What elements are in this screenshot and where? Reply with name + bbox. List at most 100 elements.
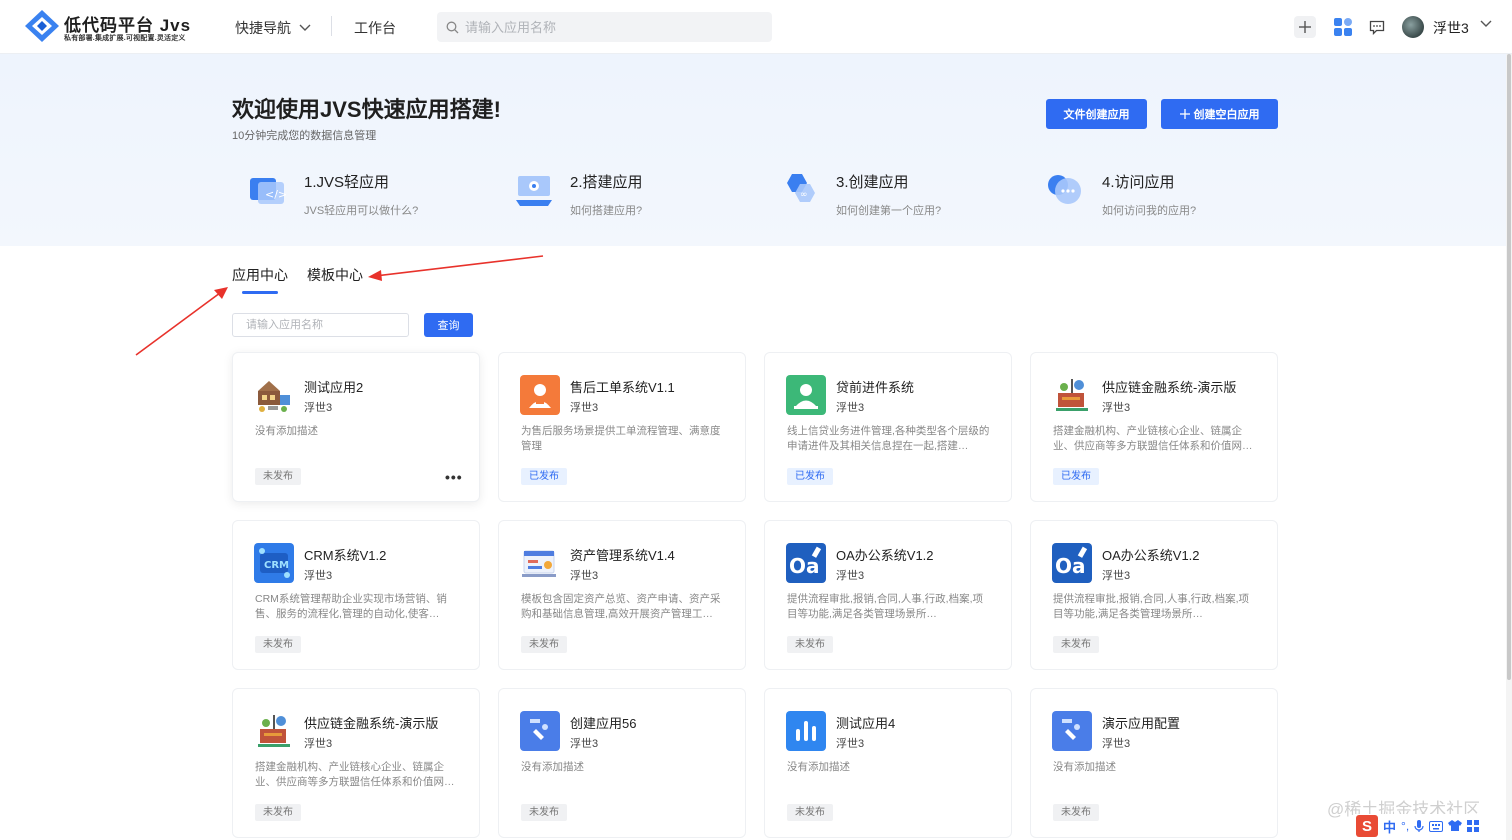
card-title: 贷前进件系统 (836, 380, 915, 395)
bar-chart-icon (786, 711, 826, 751)
arrowhead-right (368, 270, 382, 281)
app-name-filter-input[interactable] (232, 313, 409, 337)
global-search[interactable] (437, 12, 772, 42)
app-card[interactable]: 创建应用56 浮世3 没有添加描述 未发布 (498, 688, 746, 838)
card-description: 没有添加描述 (787, 761, 850, 773)
status-badge: 未发布 (1053, 804, 1099, 821)
step-title: 3.创建应用 (836, 174, 909, 191)
ime-toolbar[interactable]: S 中 °, (1354, 814, 1494, 838)
status-badge: 未发布 (787, 636, 833, 653)
card-owner: 浮世3 (570, 738, 599, 750)
annotation-arrows (135, 255, 544, 356)
add-button[interactable] (1294, 16, 1316, 38)
arrowhead-left (214, 287, 228, 299)
welcome-title: 欢迎使用JVS快速应用搭建! (232, 97, 501, 122)
app-card[interactable]: CRM CRM系统V1.2 浮世3 CRM系统管理帮助企业实现市场营销、销售、服务的流… (232, 520, 480, 670)
card-owner: 浮世3 (304, 738, 333, 750)
card-description: 没有添加描述 (255, 425, 318, 437)
card-owner: 浮世3 (836, 738, 865, 750)
crm-icon: CRM (254, 543, 294, 583)
microphone-icon[interactable] (1414, 819, 1424, 833)
ime-language[interactable]: 中 (1383, 817, 1396, 836)
create-blank-app-label: 创建空白应用 (1193, 109, 1260, 121)
laptop-gear-icon (516, 176, 552, 206)
step-title: 4.访问应用 (1102, 174, 1175, 191)
app-card[interactable]: 供应链金融系统-演示版 浮世3 搭建金融机构、产业链核心企业、链属企业、供应商等多方… (232, 688, 480, 838)
sogou-ime-icon[interactable]: S (1356, 815, 1378, 837)
card-description: 模板包含固定资产总览、资产申请、资产采购和基础信息管理,高效开展资产管理工… (521, 593, 721, 620)
status-badge: 已发布 (1053, 468, 1099, 485)
card-description: 提供流程审批,报销,合同,人事,行政,档案,项目等功能,满足各类管理场景所… (787, 593, 984, 620)
code-window-icon: </> (250, 178, 287, 204)
svg-text:Oa: Oa (1055, 554, 1086, 578)
card-description: 提供流程审批,报销,合同,人事,行政,档案,项目等功能,满足各类管理场景所… (1053, 593, 1250, 620)
step-title: 2.搭建应用 (570, 174, 643, 191)
grid-menu-icon[interactable] (1467, 820, 1480, 832)
chevron-down-icon (299, 24, 311, 31)
quick-nav-dropdown[interactable]: 快捷导航 (235, 18, 311, 38)
svg-text:</>: </> (265, 188, 287, 201)
chat-dots-icon (1048, 175, 1081, 204)
punctuation-icon[interactable]: °, (1401, 819, 1409, 833)
workbench-link[interactable]: 工作台 (354, 18, 396, 38)
app-card[interactable]: 贷前进件系统 浮世3 线上信贷业务进件管理,各种类型各个层级的申请进件及其相关信息捏… (764, 352, 1012, 502)
card-title: OA办公系统V1.2 (836, 548, 934, 563)
step-subtitle: 如何搭建应用? (570, 205, 643, 217)
apps-grid-button[interactable] (1332, 16, 1354, 38)
status-badge: 未发布 (521, 804, 567, 821)
app-card[interactable]: 测试应用2 浮世3 没有添加描述 未发布 ••• (232, 352, 480, 502)
app-card[interactable]: 售后工单系统V1.1 浮世3 为售后服务场景提供工单流程管理、满意度管理 已发布 (498, 352, 746, 502)
card-title: OA办公系统V1.2 (1102, 548, 1200, 563)
oa-icon: Oa (786, 543, 826, 583)
supply-chain-icon (254, 711, 294, 751)
plus-icon (1299, 21, 1311, 33)
keyboard-icon[interactable] (1429, 820, 1444, 832)
file-create-app-button[interactable]: 文件创建应用 (1046, 99, 1147, 129)
card-description: 搭建金融机构、产业链核心企业、链属企业、供应商等多方联盟信任体系和价值网… (255, 761, 455, 788)
status-badge: 未发布 (255, 804, 301, 821)
quick-nav-label: 快捷导航 (235, 20, 291, 36)
user-name[interactable]: 浮世3 (1433, 18, 1469, 38)
brand-subtitle: 私有部署.集成扩展.可视配置.灵活定义 (64, 35, 186, 42)
app-card[interactable]: Oa OA办公系统V1.2 浮世3 提供流程审批,报销,合同,人事,行政,档案,项目等… (764, 520, 1012, 670)
jvs-logo-icon (25, 10, 59, 42)
plus-icon (1179, 109, 1190, 119)
search-icon (446, 21, 459, 33)
message-button[interactable] (1366, 16, 1388, 38)
scrollbar-thumb[interactable] (1507, 54, 1511, 680)
card-owner: 浮世3 (1102, 402, 1131, 414)
card-owner: 浮世3 (304, 402, 333, 414)
apps-grid-icon (1334, 18, 1352, 36)
chevron-down-icon[interactable] (1480, 20, 1492, 28)
card-title: CRM系统V1.2 (304, 548, 387, 563)
app-card[interactable]: Oa OA办公系统V1.2 浮世3 提供流程审批,报销,合同,人事,行政,档案,项目等… (1030, 520, 1278, 670)
card-owner: 浮世3 (836, 570, 865, 582)
card-owner: 浮世3 (1102, 570, 1131, 582)
card-title: 供应链金融系统-演示版 (1102, 380, 1237, 395)
card-description: 搭建金融机构、产业链核心企业、链属企业、供应商等多方联盟信任体系和价值网… (1053, 425, 1253, 452)
card-owner: 浮世3 (836, 402, 865, 414)
card-description: 线上信贷业务进件管理,各种类型各个层级的申请进件及其相关信息捏在一起,搭建… (787, 425, 990, 452)
card-title: 供应链金融系统-演示版 (304, 716, 439, 731)
card-description: 没有添加描述 (521, 761, 584, 773)
oa-icon: Oa (1052, 543, 1092, 583)
user-avatar[interactable] (1402, 16, 1424, 38)
app-card[interactable]: 演示应用配置 浮世3 没有添加描述 未发布 (1030, 688, 1278, 838)
global-search-input[interactable] (465, 19, 755, 35)
card-owner: 浮世3 (570, 402, 599, 414)
card-owner: 浮世3 (570, 570, 599, 582)
card-title: 演示应用配置 (1102, 716, 1181, 731)
skin-shirt-icon[interactable] (1448, 820, 1463, 832)
status-badge: 已发布 (787, 468, 833, 485)
card-owner: 浮世3 (304, 570, 333, 582)
create-blank-app-button[interactable]: 创建空白应用 (1161, 99, 1278, 129)
header-divider (331, 16, 332, 36)
step-title: 1.JVS轻应用 (304, 174, 390, 191)
app-card[interactable]: 测试应用4 浮世3 没有添加描述 未发布 (764, 688, 1012, 838)
status-badge: 未发布 (1053, 636, 1099, 653)
card-description: 为售后服务场景提供工单流程管理、满意度管理 (521, 425, 721, 452)
query-button[interactable]: 查询 (424, 313, 473, 337)
app-card[interactable]: 供应链金融系统-演示版 浮世3 搭建金融机构、产业链核心企业、链属企业、供应商等多方… (1030, 352, 1278, 502)
app-card[interactable]: 资产管理系统V1.4 浮世3 模板包含固定资产总览、资产申请、资产采购和基础信息管理… (498, 520, 746, 670)
more-options-button[interactable]: ••• (445, 469, 463, 485)
